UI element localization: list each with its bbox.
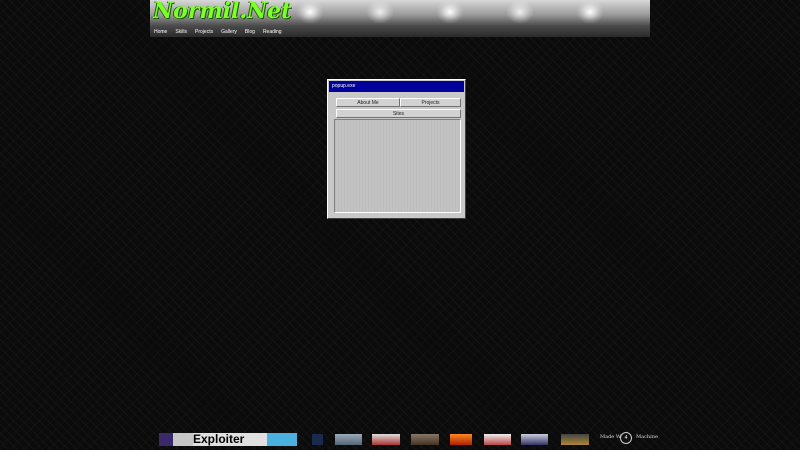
- exploiter-badge[interactable]: Exploiter: [159, 432, 297, 446]
- nav-projects[interactable]: Projects: [195, 29, 213, 35]
- nav-home[interactable]: Home: [154, 29, 167, 35]
- badge-6[interactable]: [521, 434, 548, 445]
- tab-about-me[interactable]: About Me: [336, 98, 400, 107]
- badge-1[interactable]: [335, 434, 362, 445]
- header-banner: Normil.Net Home Skills Projects Gallery …: [150, 0, 650, 37]
- badge-2[interactable]: [372, 434, 400, 445]
- popup-window: popup.exe About Me Projects Sites: [327, 79, 466, 219]
- popup-content-panel: [334, 119, 461, 213]
- badge-3[interactable]: [411, 434, 439, 445]
- nav-blog[interactable]: Blog: [245, 29, 255, 35]
- machine-label: Machine: [636, 434, 658, 440]
- nav-gallery[interactable]: Gallery: [221, 29, 237, 35]
- badge-4[interactable]: [450, 434, 472, 445]
- popup-titlebar[interactable]: popup.exe: [329, 81, 464, 92]
- tab-sites[interactable]: Sites: [336, 109, 461, 118]
- badge-7[interactable]: [561, 434, 589, 445]
- tab-projects[interactable]: Projects: [400, 98, 461, 107]
- badge-n-icon[interactable]: [312, 434, 323, 445]
- exploiter-label: Exploiter: [193, 432, 245, 446]
- badge-5[interactable]: [484, 434, 511, 445]
- main-nav: Home Skills Projects Gallery Blog Readin…: [154, 29, 290, 35]
- site-logo[interactable]: Normil.Net: [153, 0, 291, 24]
- popup-title: popup.exe: [332, 83, 356, 89]
- nav-reading[interactable]: Reading: [263, 29, 282, 35]
- footer-badges: Exploiter: [0, 432, 800, 448]
- made-with-icon[interactable]: 4: [620, 432, 632, 444]
- nav-skills[interactable]: Skills: [175, 29, 187, 35]
